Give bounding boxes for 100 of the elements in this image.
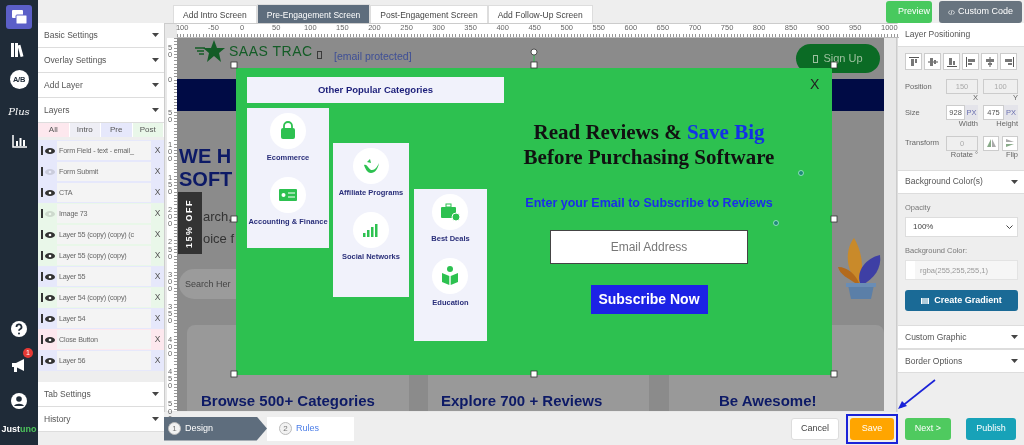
help-icon[interactable] <box>11 320 27 337</box>
user-icon[interactable] <box>11 392 27 409</box>
promo-tab[interactable]: 15% OFF <box>178 192 202 254</box>
cash-icon <box>270 177 306 214</box>
megaphone-icon[interactable] <box>11 358 27 373</box>
subscribe-button[interactable]: Subscribe Now <box>590 285 708 315</box>
section-title: Tab Settings <box>44 387 91 401</box>
plus-link[interactable]: Plus <box>8 104 30 119</box>
resize-handle[interactable] <box>230 370 238 378</box>
align-bottom-button[interactable] <box>943 53 960 70</box>
align-top-button[interactable] <box>905 53 922 70</box>
eye-icon[interactable] <box>45 315 55 322</box>
delete-button[interactable]: X <box>151 350 164 371</box>
delete-button[interactable]: X <box>151 140 164 161</box>
drag-handle-icon[interactable] <box>41 230 43 239</box>
align-left-button[interactable] <box>962 53 979 70</box>
section-title: Basic Settings <box>44 28 98 42</box>
delete-button[interactable]: X <box>151 245 164 266</box>
code-button[interactable]: Custom Code <box>939 1 1022 23</box>
caret-icon <box>152 417 159 421</box>
delete-button[interactable]: X <box>151 182 164 203</box>
gradient-icon <box>921 297 930 304</box>
filter-tab[interactable]: Intro <box>69 123 101 137</box>
popup-heading: Read Reviews & Save Big <box>532 120 766 146</box>
flip-horizontal-button[interactable] <box>1002 135 1018 151</box>
accordion-header[interactable]: Tab Settings <box>38 382 164 407</box>
resize-handle[interactable] <box>830 215 838 223</box>
screen-tab[interactable]: Post-Engagement Screen <box>370 4 488 23</box>
section-title: Border Options <box>905 354 963 368</box>
delete-button[interactable]: X <box>151 266 164 287</box>
cancel-button[interactable]: Cancel <box>791 417 839 440</box>
drag-handle-icon[interactable] <box>41 251 43 260</box>
card-title: Be Awesome! <box>719 391 817 411</box>
anchor-dot[interactable] <box>798 170 804 176</box>
caret-icon <box>152 108 159 112</box>
opacity-select[interactable]: 100% <box>905 217 1018 237</box>
anchor-dot[interactable] <box>773 220 779 226</box>
flip-vertical-button[interactable] <box>983 135 999 151</box>
drag-handle-icon[interactable] <box>41 356 43 365</box>
drag-handle-icon[interactable] <box>41 146 43 155</box>
caret-icon <box>152 33 159 37</box>
rotate-handle[interactable] <box>530 48 538 63</box>
resize-handle[interactable] <box>230 215 238 223</box>
eye-icon[interactable] <box>45 252 55 259</box>
close-button[interactable]: X <box>810 77 820 91</box>
eye-icon[interactable] <box>45 357 55 364</box>
screen-tab[interactable]: Pre-Engagement Screen <box>256 3 371 23</box>
step-tab[interactable]: 2 Rules <box>267 416 354 441</box>
delete-button[interactable]: X <box>151 308 164 329</box>
drag-handle-icon[interactable] <box>41 335 43 344</box>
drag-handle-icon[interactable] <box>41 314 43 323</box>
align-center-button[interactable] <box>981 53 998 70</box>
drag-handle-icon[interactable] <box>41 188 43 197</box>
step-number: 2 <box>279 422 292 435</box>
eye-icon[interactable] <box>45 273 55 280</box>
accordion-header[interactable]: Border Options <box>898 349 1024 374</box>
app-logo-icon[interactable] <box>6 5 32 29</box>
drag-handle-icon[interactable] <box>41 272 43 281</box>
accordion-header[interactable]: Overlay Settings <box>38 48 164 73</box>
delete-button[interactable]: X <box>151 287 164 308</box>
bar-chart-icon[interactable] <box>11 135 27 148</box>
create-gradient-button[interactable]: Create Gradient <box>905 290 1018 312</box>
screen-tab[interactable]: Add Intro Screen <box>173 4 257 23</box>
section-title: History <box>44 412 71 426</box>
accordion-header[interactable]: Custom Graphic <box>898 325 1024 350</box>
eye-icon[interactable] <box>45 294 55 301</box>
caret-icon <box>1011 359 1018 364</box>
delete-button[interactable]: X <box>151 161 164 182</box>
drag-handle-icon[interactable] <box>41 209 43 218</box>
accordion-header[interactable]: Basic Settings <box>38 23 164 48</box>
align-top-icon <box>908 56 919 67</box>
eye-icon[interactable] <box>45 231 55 238</box>
resize-handle[interactable] <box>530 370 538 378</box>
delete-button[interactable]: X <box>151 203 164 224</box>
align-middle-button[interactable] <box>924 53 941 70</box>
accordion-header[interactable]: History <box>38 407 164 432</box>
accordion-header[interactable]: Add Layer <box>38 73 164 98</box>
drag-handle-icon[interactable] <box>41 293 43 302</box>
eye-icon[interactable] <box>45 189 55 196</box>
delete-button[interactable]: X <box>151 329 164 350</box>
delete-button[interactable]: X <box>151 224 164 245</box>
resize-handle[interactable] <box>230 61 238 69</box>
eye-icon[interactable] <box>45 147 55 154</box>
resize-handle[interactable] <box>530 61 538 69</box>
code-icon <box>948 8 955 16</box>
filter-tab[interactable]: Post <box>132 123 164 137</box>
align-right-button[interactable] <box>1000 53 1017 70</box>
drag-handle-icon[interactable] <box>41 167 43 176</box>
search-field[interactable]: Search Her <box>179 269 236 299</box>
accordion-header[interactable]: Background Color(s) <box>898 169 1024 194</box>
filter-tab[interactable]: Pre <box>101 123 133 137</box>
email-field[interactable]: Email Address <box>550 230 748 265</box>
section-heading: Other Popular Categories <box>247 77 504 103</box>
hero-heading: SOFT <box>179 169 233 189</box>
filter-tab[interactable]: All <box>38 123 70 137</box>
accordion-header[interactable]: Layers <box>38 98 164 123</box>
resize-handle[interactable] <box>830 370 838 378</box>
brand-logo: Justuno <box>1 422 37 436</box>
screen-tab[interactable]: Add Follow-Up Screen <box>487 4 593 23</box>
eye-icon[interactable] <box>45 336 55 343</box>
